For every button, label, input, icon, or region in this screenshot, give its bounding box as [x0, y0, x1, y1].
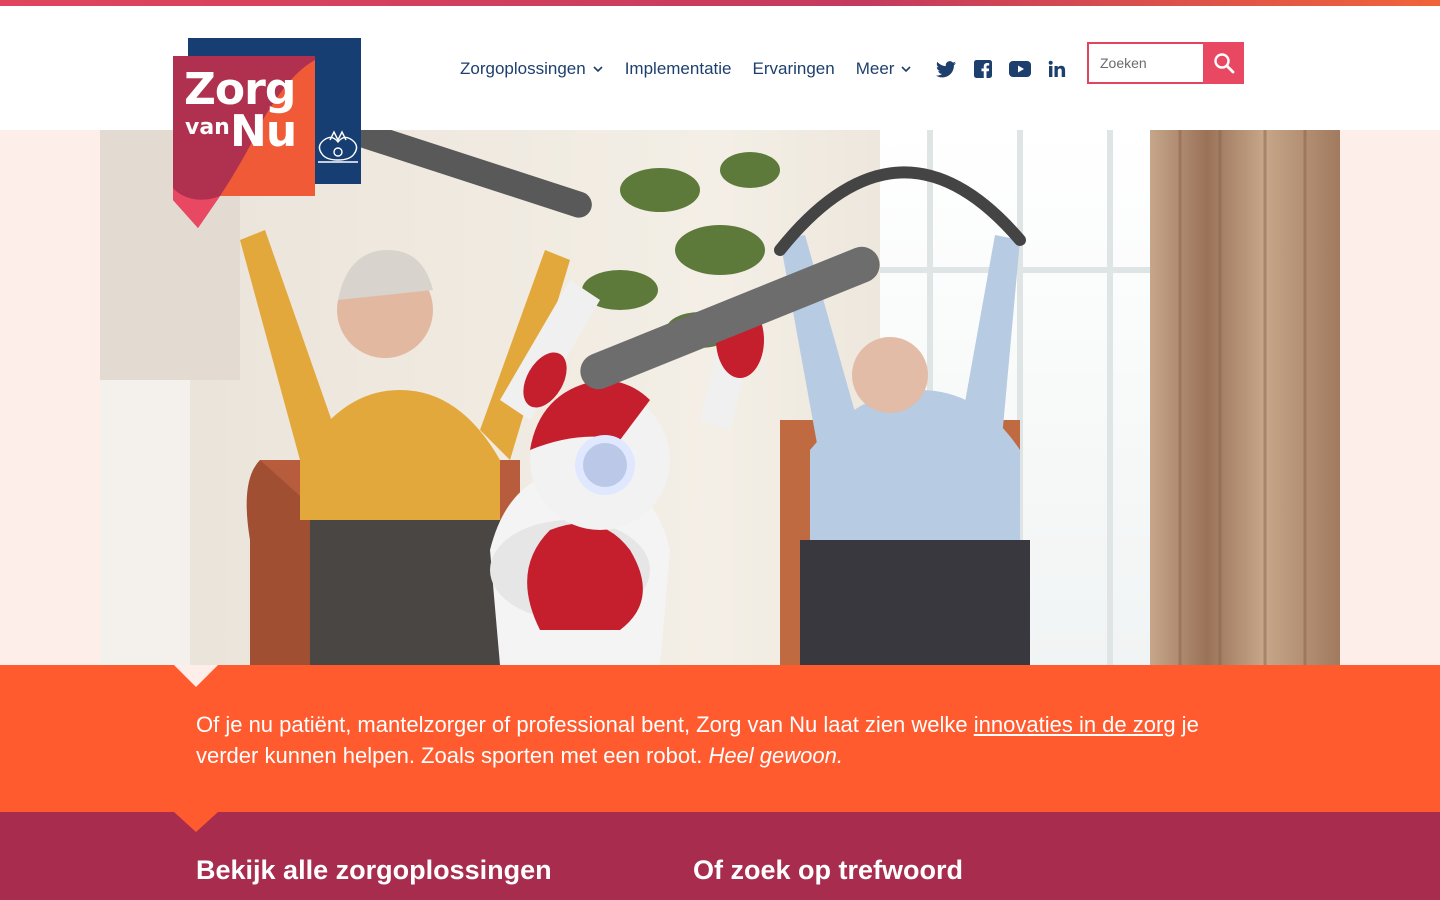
chevron-down-icon [593, 66, 603, 73]
social-links [935, 58, 1083, 80]
svg-text:Nu: Nu [230, 106, 296, 157]
search-button[interactable] [1203, 42, 1244, 84]
nav-meer-label: Meer [855, 59, 895, 78]
nav-ervaringen[interactable]: Ervaringen [752, 59, 834, 79]
keyword-search-heading: Of zoek op trefwoord [693, 855, 963, 885]
nav-implementatie-label: Implementatie [624, 59, 732, 78]
intro-emphasis: Heel gewoon. [708, 743, 843, 768]
youtube-icon[interactable] [1009, 58, 1032, 80]
intro-notch [174, 665, 218, 687]
search-form [1087, 42, 1244, 84]
nav-zorgoplossingen[interactable]: Zorgoplossingen [460, 59, 604, 79]
nav-zorgoplossingen-label: Zorgoplossingen [460, 59, 586, 78]
linkedin-icon[interactable] [1046, 58, 1068, 80]
main-nav: Zorgoplossingen Implementatie Ervaringen… [460, 50, 1083, 88]
intro-section: Of je nu patiënt, mantelzorger of profes… [0, 665, 1440, 812]
innovations-link[interactable]: innovaties in de zorg [974, 712, 1176, 737]
zorg-van-nu-logo[interactable]: Zorg van Nu [172, 38, 362, 228]
nav-meer[interactable]: Meer [856, 59, 913, 79]
all-solutions-heading: Bekijk alle zorgoplossingen [196, 855, 552, 885]
twitter-icon[interactable] [935, 58, 957, 80]
search-icon [1213, 53, 1234, 74]
nav-implementatie[interactable]: Implementatie [625, 59, 732, 79]
svg-text:van: van [185, 115, 230, 140]
facebook-icon[interactable] [972, 58, 994, 80]
browse-section: Bekijk alle zorgoplossingen Of zoek op t… [0, 812, 1440, 900]
browse-notch [174, 812, 218, 832]
intro-text-start: Of je nu patiënt, mantelzorger of profes… [196, 712, 974, 737]
intro-text: Of je nu patiënt, mantelzorger of profes… [196, 709, 1246, 771]
search-input[interactable] [1087, 42, 1203, 84]
nav-ervaringen-label: Ervaringen [752, 59, 835, 78]
chevron-down-icon [901, 66, 912, 73]
